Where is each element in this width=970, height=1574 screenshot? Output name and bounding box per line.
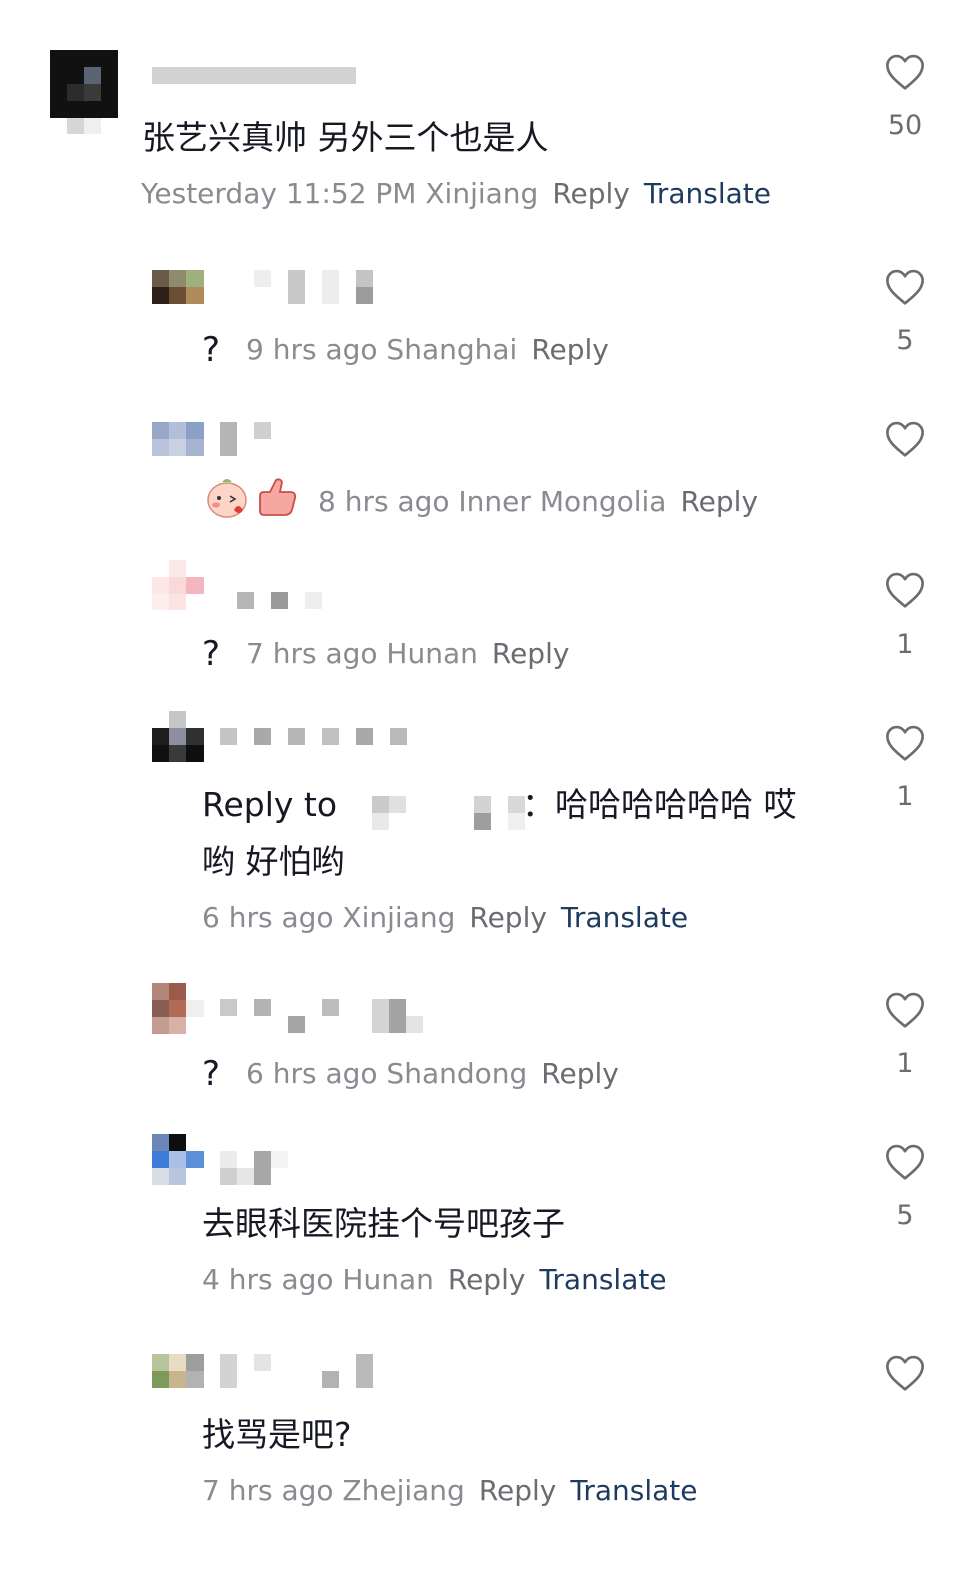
heart-outline-icon[interactable] [882,567,928,613]
comment-meta: 7 hrs ago Hunan Reply [246,636,569,672]
comment-meta: 7 hrs ago Zhejiang Reply Translate [202,1473,698,1509]
username[interactable] [254,270,374,304]
username[interactable] [237,592,323,609]
comment-text: 张艺兴真帅 另外三个也是人 [142,118,549,157]
mentioned-username[interactable] [372,796,528,830]
reply-button[interactable]: Reply [448,1263,526,1296]
comment-meta: 9 hrs ago Shanghai Reply [246,332,609,368]
like-count: 1 [896,1048,914,1079]
avatar[interactable] [152,711,204,762]
avatar[interactable] [152,1354,204,1388]
like-count: 5 [896,1200,914,1231]
comment-meta: 6 hrs ago Xinjiang Reply Translate [202,900,688,936]
reply-button[interactable]: Reply [479,1474,557,1507]
comment-text-line1: ：哈哈哈哈哈哈 哎 [522,785,797,824]
reply-button[interactable]: Reply [469,901,547,934]
translate-button[interactable]: Translate [539,1263,666,1296]
heart-outline-icon[interactable] [882,1139,928,1185]
comment-meta: 6 hrs ago Shandong Reply [246,1056,619,1092]
reply-button[interactable]: Reply [680,485,758,518]
blushing-face-emoji [204,474,250,520]
avatar[interactable] [50,50,120,134]
like-count: 5 [896,325,914,356]
comment-text: Reply to [202,782,337,828]
reply-button[interactable]: Reply [552,177,630,210]
avatar[interactable] [152,983,204,1034]
comment-text: ? [202,1054,221,1094]
like-count: 1 [896,781,914,812]
username[interactable] [220,1354,374,1388]
heart-outline-icon[interactable] [882,987,928,1033]
heart-outline-icon[interactable] [882,720,928,766]
like-count: 1 [896,629,914,660]
reply-button[interactable]: Reply [492,637,570,670]
username[interactable] [152,67,356,84]
reply-to-label: Reply to [202,785,338,824]
comment-time: 7 hrs ago Zhejiang [202,1474,465,1507]
avatar[interactable] [152,1134,204,1185]
comment-time: 6 hrs ago Xinjiang [202,901,456,934]
comment-time: 4 hrs ago Hunan [202,1263,434,1296]
comment-text: ? [202,634,221,674]
comment-text: ? [202,330,221,370]
comment-text-line2: 哟 好怕哟 [202,842,345,881]
username[interactable] [220,728,408,745]
comment-meta: Yesterday 11:52 PM Xinjiang Reply Translat… [141,176,771,212]
comment-time: Yesterday 11:52 PM Xinjiang [141,177,539,210]
comment-time: 8 hrs ago Inner Mongolia [318,485,667,518]
comment-time: 9 hrs ago Shanghai [246,333,518,366]
heart-outline-icon[interactable] [882,416,928,462]
comment-time: 7 hrs ago Hunan [246,637,478,670]
thumbs-up-emoji [254,474,300,520]
heart-outline-icon[interactable] [882,49,928,95]
like-count: 50 [887,110,923,141]
translate-button[interactable]: Translate [644,177,771,210]
reply-button[interactable]: Reply [541,1057,619,1090]
translate-button[interactable]: Translate [561,901,688,934]
reply-button[interactable]: Reply [531,333,609,366]
comment-meta: 8 hrs ago Inner Mongolia Reply [318,484,758,520]
heart-outline-icon[interactable] [882,1350,928,1396]
avatar[interactable] [152,560,204,610]
comment-meta: 4 hrs ago Hunan Reply Translate [202,1262,667,1298]
comment-text: 找骂是吧? [202,1415,352,1454]
avatar[interactable] [152,422,204,456]
translate-button[interactable]: Translate [570,1474,697,1507]
avatar[interactable] [152,270,204,304]
username[interactable] [220,1151,306,1185]
username[interactable] [220,999,426,1033]
comment-text: 去眼科医院挂个号吧孩子 [202,1204,565,1243]
comment-time: 6 hrs ago Shandong [246,1057,528,1090]
username[interactable] [220,422,272,456]
heart-outline-icon[interactable] [882,264,928,310]
